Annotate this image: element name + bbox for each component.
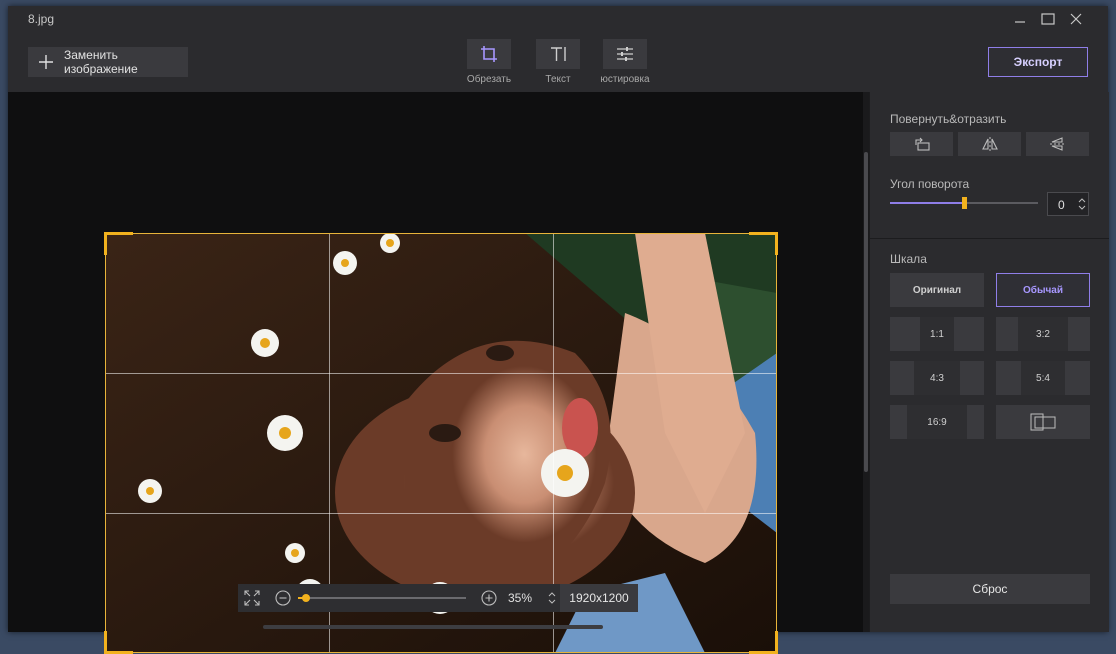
tool-crop[interactable]: Обрезать: [459, 39, 519, 85]
flip-horizontal-button[interactable]: [958, 132, 1021, 156]
zoom-slider[interactable]: [298, 594, 466, 602]
crop-handle-top-left[interactable]: [104, 232, 133, 255]
zoom-out-icon: [275, 590, 291, 606]
grid-line: [106, 373, 776, 374]
crop-handle-top-right[interactable]: [749, 232, 778, 255]
zoom-in-button[interactable]: [480, 584, 498, 612]
window-title: 8.jpg: [28, 12, 55, 26]
ratio-5-4-button[interactable]: 5:4: [996, 361, 1090, 395]
rotation-angle-input[interactable]: 0: [1047, 192, 1089, 216]
ratio-3-2-button[interactable]: 3:2: [996, 317, 1090, 351]
orientation-icon: [1030, 413, 1056, 431]
custom-ratio-button[interactable]: Обычай: [996, 273, 1090, 307]
ratio-4-3-label: 4:3: [914, 361, 960, 395]
canvas-area: [8, 92, 863, 654]
zoom-stepper[interactable]: [546, 584, 558, 612]
ratio-3-2-label: 3:2: [1018, 317, 1068, 351]
crop-icon: [467, 39, 511, 69]
stepper-icon: [1078, 198, 1086, 210]
stepper-icon: [548, 592, 556, 604]
rotation-slider-fill: [890, 202, 964, 204]
maximize-button[interactable]: [1038, 10, 1058, 28]
ratio-1-1-label: 1:1: [920, 317, 954, 351]
ratio-1-1-button[interactable]: 1:1: [890, 317, 984, 351]
close-icon: [1070, 13, 1082, 25]
rotation-slider[interactable]: [890, 197, 1038, 209]
settings-panel: Повернуть&отразить Угол поворота 0 Шкала…: [869, 92, 1109, 632]
fit-screen-button[interactable]: [238, 584, 266, 612]
tool-adjust[interactable]: юстировка: [595, 39, 655, 85]
rotate-button[interactable]: [890, 132, 953, 156]
rotation-angle-title: Угол поворота: [890, 177, 970, 191]
ratio-4-3-button[interactable]: 4:3: [890, 361, 984, 395]
tool-text[interactable]: Текст: [528, 39, 588, 85]
minimize-icon: [1015, 21, 1025, 23]
flip-vertical-icon: [1049, 137, 1066, 151]
rotation-slider-knob[interactable]: [962, 197, 967, 209]
text-icon: [536, 39, 580, 69]
reset-button[interactable]: Сброс: [890, 574, 1090, 604]
crop-handle-bottom-right[interactable]: [749, 631, 778, 654]
maximize-icon: [1041, 13, 1055, 25]
vertical-scroll-thumb[interactable]: [864, 152, 868, 472]
horizontal-scrollbar[interactable]: [8, 624, 863, 630]
zoom-bar: 35% 1920x1200: [238, 584, 638, 612]
tool-text-label: Текст: [545, 74, 571, 85]
editor-window: 8.jpg Заменить изображение Обрезать Текс…: [8, 6, 1109, 654]
flip-horizontal-icon: [981, 137, 998, 151]
tool-crop-label: Обрезать: [466, 74, 512, 85]
fit-screen-icon: [244, 590, 260, 606]
flip-vertical-button[interactable]: [1026, 132, 1089, 156]
scale-title: Шкала: [890, 252, 927, 266]
rotation-angle-value: 0: [1058, 198, 1065, 212]
export-button[interactable]: Экспорт: [988, 47, 1088, 77]
rotate-flip-title: Повернуть&отразить: [890, 112, 1007, 126]
replace-image-button[interactable]: Заменить изображение: [28, 47, 188, 77]
zoom-value[interactable]: 35%: [508, 591, 532, 605]
crop-handle-bottom-left[interactable]: [104, 631, 133, 654]
zoom-slider-knob[interactable]: [302, 594, 310, 602]
close-button[interactable]: [1066, 10, 1086, 28]
ratio-5-4-label: 5:4: [1021, 361, 1065, 395]
ratio-16-9-label: 16:9: [907, 405, 967, 439]
zoom-out-button[interactable]: [274, 584, 292, 612]
swap-orientation-button[interactable]: [996, 405, 1090, 439]
title-bar: 8.jpg: [8, 6, 1108, 32]
zoom-in-icon: [481, 590, 497, 606]
toolbar: Заменить изображение Обрезать Текст юсти…: [8, 32, 1108, 93]
ratio-16-9-button[interactable]: 16:9: [890, 405, 984, 439]
minimize-button[interactable]: [1010, 10, 1030, 28]
original-ratio-button[interactable]: Оригинал: [890, 273, 984, 307]
adjust-icon: [603, 39, 647, 69]
resolution-label: 1920x1200: [560, 584, 638, 612]
plus-icon: [28, 54, 64, 70]
replace-image-label: Заменить изображение: [64, 48, 138, 76]
rotate-icon: [914, 137, 930, 151]
panel-divider: [870, 238, 1109, 239]
tool-adjust-label: юстировка: [600, 74, 650, 85]
horizontal-scroll-thumb[interactable]: [263, 625, 603, 629]
grid-line: [106, 513, 776, 514]
